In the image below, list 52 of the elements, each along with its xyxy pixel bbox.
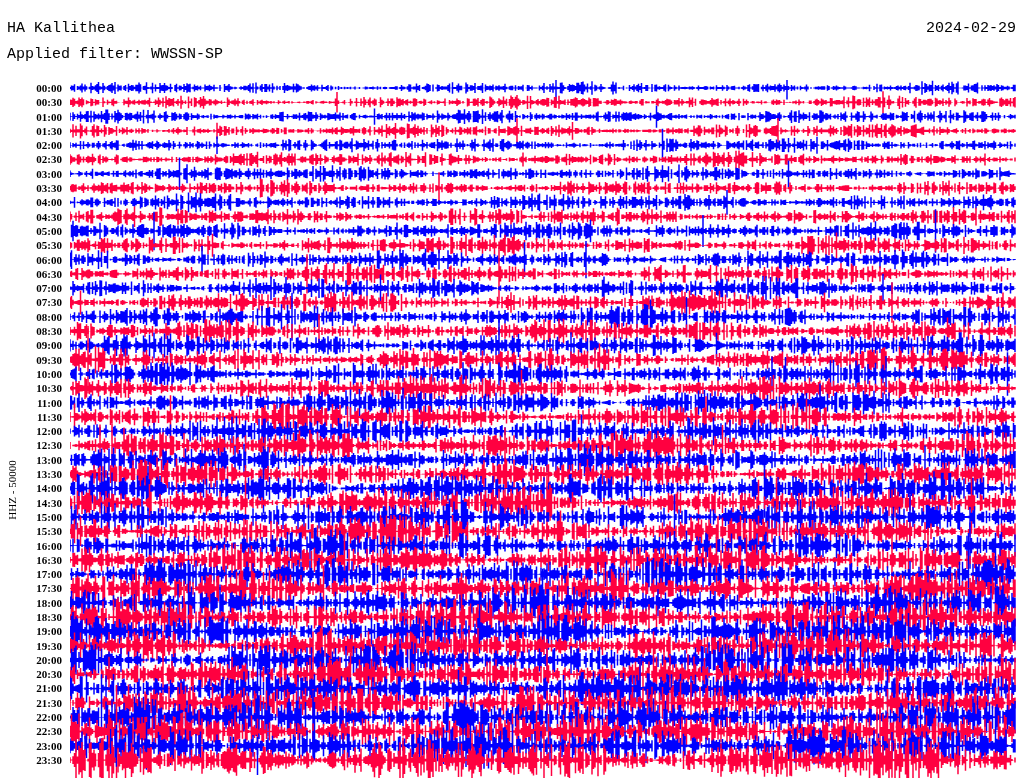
time-label: 09:00 <box>36 338 62 353</box>
time-label: 09:30 <box>36 352 62 367</box>
time-label: 04:30 <box>36 209 62 224</box>
time-label: 11:00 <box>36 395 62 410</box>
time-label: 10:30 <box>36 381 62 396</box>
time-label: 19:30 <box>36 638 62 653</box>
time-label: 20:00 <box>36 652 62 668</box>
time-label: 14:30 <box>36 495 62 510</box>
time-label: 10:00 <box>36 366 62 382</box>
date-label: 2024-02-29 <box>926 20 1016 39</box>
station-title: HA Kallithea <box>7 20 116 39</box>
time-label: 06:30 <box>36 266 62 282</box>
time-label: 17:30 <box>36 581 62 596</box>
time-label: 03:30 <box>36 181 62 196</box>
time-label: 04:00 <box>36 195 62 210</box>
time-label: 19:00 <box>36 624 62 639</box>
filter-label: Applied filter: WWSSN-SP <box>7 46 224 63</box>
time-label: 11:30 <box>36 409 62 425</box>
time-label: 22:30 <box>36 724 62 739</box>
time-label: 05:30 <box>36 238 62 253</box>
time-label: 03:00 <box>36 166 62 182</box>
channel-label: HHZ - 50000 <box>6 459 18 522</box>
time-label: 12:30 <box>36 438 62 453</box>
time-label: 21:30 <box>36 695 62 711</box>
time-label: 06:00 <box>36 252 62 267</box>
time-label: 23:00 <box>36 738 62 753</box>
time-label: 18:00 <box>36 595 62 610</box>
time-label: 02:00 <box>36 138 62 153</box>
time-label: 01:30 <box>36 123 62 139</box>
time-label: 13:00 <box>36 452 62 467</box>
time-label: 15:00 <box>36 509 62 525</box>
time-label: 08:30 <box>36 324 62 339</box>
time-label: 12:00 <box>36 424 62 439</box>
time-label: 22:00 <box>36 710 62 725</box>
time-label: 07:00 <box>36 281 62 296</box>
time-label: 13:30 <box>36 467 62 482</box>
time-label: 00:30 <box>36 95 62 110</box>
time-label: 07:30 <box>36 295 62 310</box>
time-label: 23:30 <box>36 752 62 768</box>
time-label: 16:00 <box>36 538 62 553</box>
time-label: 02:30 <box>36 152 62 167</box>
time-label: 21:00 <box>36 681 62 696</box>
time-label: 17:00 <box>36 567 62 582</box>
time-label: 15:30 <box>36 524 62 539</box>
time-label: 16:30 <box>36 552 62 568</box>
time-label: 20:30 <box>36 667 62 682</box>
time-label: 18:30 <box>36 610 62 625</box>
time-label: 05:00 <box>36 223 62 239</box>
time-label: 08:00 <box>36 309 62 325</box>
time-label: 01:00 <box>36 109 62 124</box>
time-label: 14:00 <box>36 481 62 496</box>
time-label: 00:00 <box>36 81 62 96</box>
